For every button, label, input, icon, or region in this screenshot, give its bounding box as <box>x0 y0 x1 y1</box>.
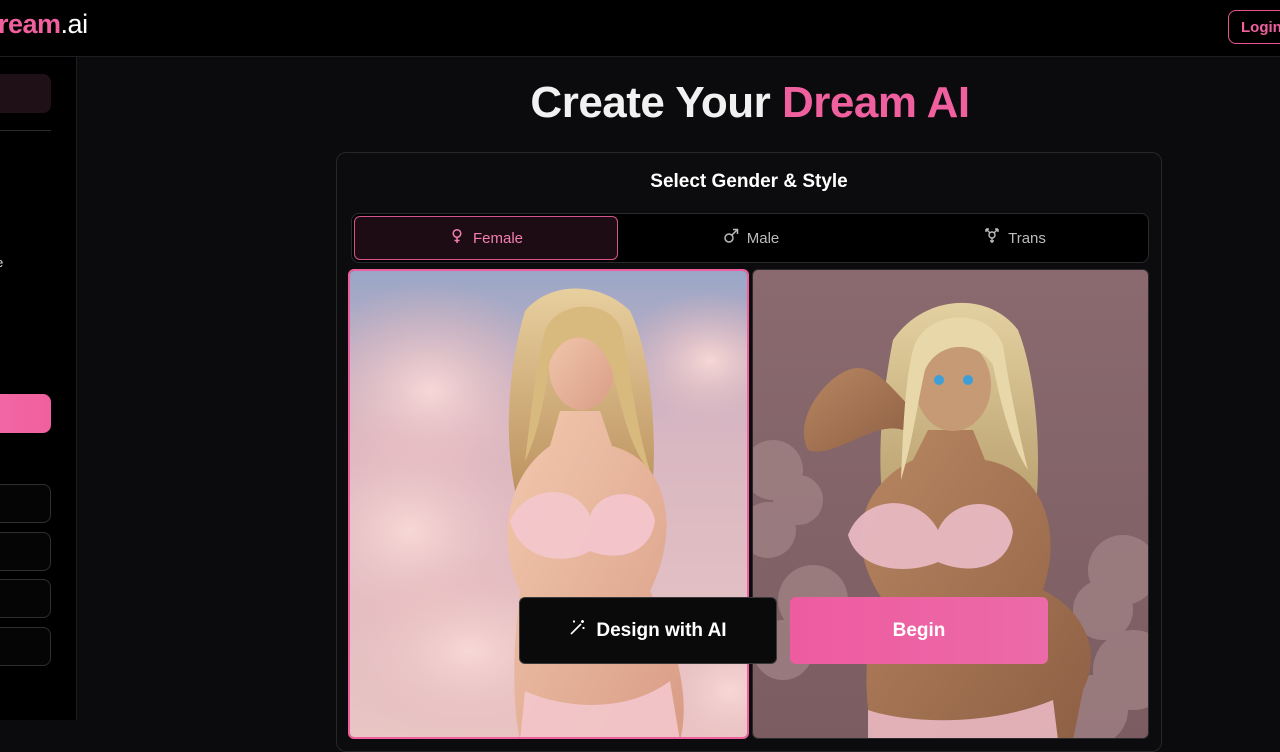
transgender-icon <box>984 228 1000 248</box>
sidebar: e <box>0 57 77 720</box>
sidebar-divider <box>0 130 51 131</box>
top-bar: ream.ai Login <box>0 0 1280 57</box>
anime-style-image <box>753 270 1148 738</box>
gender-tabs: Female Male Trans <box>351 213 1149 263</box>
sidebar-field-1[interactable] <box>0 484 51 523</box>
tab-female[interactable]: Female <box>354 216 618 260</box>
tab-male-label: Male <box>746 229 780 247</box>
page-title: Create Your Dream AI <box>0 78 1280 128</box>
logo[interactable]: ream.ai <box>0 9 88 40</box>
sidebar-item-label: e <box>0 255 3 270</box>
style-card-anime[interactable] <box>752 269 1149 739</box>
male-icon <box>723 228 739 248</box>
page-title-white: Create Your <box>530 78 771 127</box>
sidebar-cta-button[interactable] <box>0 394 51 433</box>
panel-title: Select Gender & Style <box>650 171 848 192</box>
tab-trans-label: Trans <box>1008 229 1046 247</box>
female-icon <box>449 228 465 248</box>
tab-male[interactable]: Male <box>620 216 882 260</box>
tab-female-label: Female <box>472 229 524 247</box>
begin-button[interactable]: Begin <box>790 597 1048 664</box>
sidebar-field-4[interactable] <box>0 627 51 666</box>
style-card-realistic[interactable] <box>348 269 749 739</box>
sidebar-field-3[interactable] <box>0 579 51 618</box>
login-button[interactable]: Login <box>1228 10 1280 44</box>
logo-text-suffix: .ai <box>60 9 89 39</box>
page-title-pink: Dream AI <box>782 78 970 127</box>
realistic-style-image <box>350 271 747 737</box>
design-with-ai-button[interactable]: Design with AI <box>519 597 777 664</box>
tab-trans[interactable]: Trans <box>884 216 1146 260</box>
magic-wand-icon <box>569 619 586 642</box>
logo-text-pink: ream <box>0 9 61 39</box>
sidebar-field-2[interactable] <box>0 532 51 571</box>
design-with-ai-label: Design with AI <box>596 619 727 641</box>
